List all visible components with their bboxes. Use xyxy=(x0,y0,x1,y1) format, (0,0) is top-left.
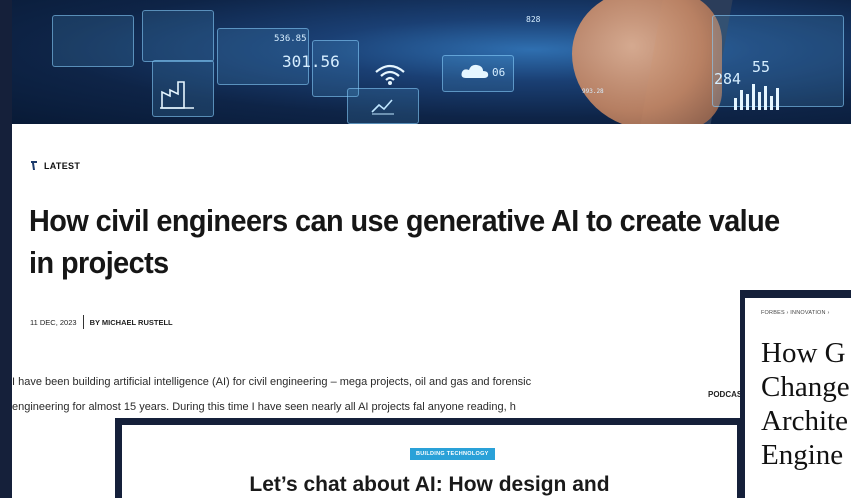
bookmark-arrow-icon xyxy=(31,161,37,170)
hero-number: 301.56 xyxy=(282,52,340,71)
hero-number: 536.85 xyxy=(274,34,307,44)
article-headline[interactable]: How civil engineers can use generative A… xyxy=(29,200,801,284)
section-label-text: LATEST xyxy=(44,160,81,171)
hero-panel xyxy=(142,10,214,62)
forbes-article-card[interactable]: FORBES › INNOVATION › How G Change Archi… xyxy=(740,290,851,498)
article-meta: 11 DEC, 2023 BY MICHAEL RUSTELL xyxy=(30,315,173,329)
podcast-label[interactable]: PODCAS xyxy=(708,390,742,399)
forbes-headline-line: Engine xyxy=(761,439,844,471)
wifi-icon xyxy=(375,64,405,85)
forbes-headline-line: Archite xyxy=(761,405,848,437)
section-label[interactable]: LATEST xyxy=(30,160,80,171)
category-badge[interactable]: BUILDING TECHNOLOGY xyxy=(410,448,495,460)
article-body: I have been building artificial intellig… xyxy=(12,376,532,413)
article-date: 11 DEC, 2023 xyxy=(30,317,77,327)
hero-hand xyxy=(572,0,722,124)
cloud-icon xyxy=(461,64,489,78)
overlay-article-card[interactable]: BUILDING TECHNOLOGY Let’s chat about AI:… xyxy=(115,418,740,498)
overlay-headline[interactable]: Let’s chat about AI: How design and xyxy=(122,473,737,497)
forbes-article-inner: FORBES › INNOVATION › How G Change Archi… xyxy=(745,298,851,498)
chart-icon xyxy=(371,99,394,115)
hero-number: 06 xyxy=(492,66,506,79)
overlay-article-inner: BUILDING TECHNOLOGY Let’s chat about AI:… xyxy=(122,425,737,498)
article-author[interactable]: BY MICHAEL RUSTELL xyxy=(90,318,173,327)
forbes-breadcrumb[interactable]: FORBES › INNOVATION › xyxy=(761,310,829,316)
hero-image: 536.85 301.56 06 828 284 55 993.28 xyxy=(12,0,851,124)
bar-chart-icon xyxy=(734,84,779,110)
meta-divider xyxy=(82,315,84,329)
hero-number: 55 xyxy=(752,58,771,76)
hero-number: 993.28 xyxy=(582,88,604,95)
forbes-headline-line: Change xyxy=(761,371,850,403)
hero-number: 828 xyxy=(526,15,541,24)
forbes-headline[interactable]: How G Change Archite Engine xyxy=(761,336,850,472)
forbes-headline-line: How G xyxy=(761,337,846,369)
factory-icon xyxy=(160,81,194,109)
hero-panel xyxy=(52,15,134,67)
